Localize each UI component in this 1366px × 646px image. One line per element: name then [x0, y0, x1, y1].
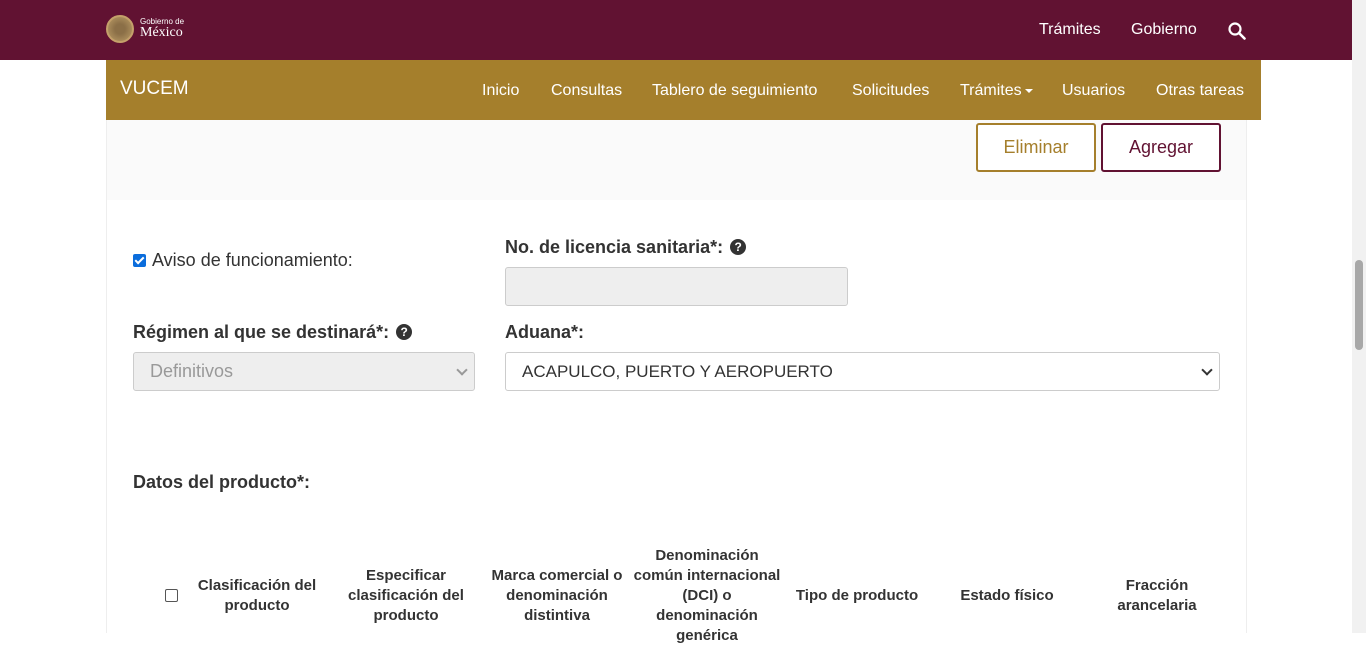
logo-big-text: México — [140, 25, 183, 40]
col-header-fraccion: Fracción arancelaria — [1117, 577, 1197, 614]
nav-tramites-label: Trámites — [960, 82, 1022, 99]
question-circle-icon[interactable]: ? — [396, 324, 413, 340]
gov-nav-tramites[interactable]: Trámites — [1039, 0, 1101, 60]
gov-nav-gobierno-label[interactable]: Gobierno — [1131, 21, 1197, 39]
gov-nav-tramites-label[interactable]: Trámites — [1039, 21, 1101, 39]
question-circle-icon[interactable]: ? — [730, 239, 747, 255]
product-section-title: Datos del producto*: — [133, 472, 311, 492]
col-header-clasificacion: Clasificación del producto — [197, 577, 317, 614]
col-header-tipo: Tipo de producto — [795, 587, 919, 604]
regimen-label-row: Régimen al que se destinará*: ? — [133, 322, 413, 343]
gov-header: Gobierno de México Trámites Gobierno — [0, 0, 1352, 60]
nav-usuarios[interactable]: Usuarios — [1062, 82, 1125, 100]
aduana-select[interactable]: ACAPULCO, PUERTO Y AEROPUERTO — [505, 352, 1220, 391]
aviso-funcionamiento-label: Aviso de funcionamiento: — [152, 250, 353, 270]
aduana-label: Aduana*: — [505, 322, 585, 342]
col-header-especificar: Especificar clasificación del producto — [348, 567, 464, 624]
licencia-label-row: No. de licencia sanitaria*: ? — [505, 237, 747, 258]
aviso-funcionamiento-field: Aviso de funcionamiento: — [133, 250, 353, 271]
regimen-select: Definitivos — [133, 352, 475, 391]
regimen-selected-value: Definitivos — [150, 361, 234, 381]
nav-solicitudes[interactable]: Solicitudes — [852, 82, 929, 100]
gov-logo[interactable]: Gobierno de México — [106, 15, 184, 43]
nav-tramites-dropdown[interactable]: Trámites — [960, 82, 1033, 100]
search-icon[interactable] — [1228, 22, 1246, 40]
nav-inicio[interactable]: Inicio — [482, 82, 519, 100]
nav-otras-tareas[interactable]: Otras tareas — [1156, 82, 1244, 100]
aduana-selected-value: ACAPULCO, PUERTO Y AEROPUERTO — [522, 361, 833, 381]
add-button[interactable]: Agregar — [1101, 123, 1221, 172]
chevron-down-icon — [1201, 364, 1213, 376]
gov-nav-gobierno[interactable]: Gobierno — [1131, 0, 1197, 60]
chevron-down-icon — [456, 364, 468, 376]
content-panel: Eliminar Agregar Aviso de funcionamiento… — [106, 120, 1247, 644]
caret-down-icon — [1024, 88, 1033, 93]
aviso-funcionamiento-checkbox[interactable] — [133, 254, 146, 267]
scrollbar-track[interactable] — [1352, 0, 1366, 633]
nav-consultas[interactable]: Consultas — [551, 82, 622, 100]
delete-button[interactable]: Eliminar — [976, 123, 1096, 172]
licencia-label: No. de licencia sanitaria*: — [505, 237, 724, 257]
nav-tablero-seguimiento[interactable]: Tablero de seguimiento — [652, 82, 817, 100]
vucem-navbar: VUCEM Inicio Consultas Tablero de seguim… — [106, 60, 1261, 120]
vucem-brand[interactable]: VUCEM — [120, 78, 189, 100]
scrollbar-thumb[interactable] — [1355, 260, 1363, 350]
col-header-marca: Marca comercial o denominación distintiv… — [491, 567, 623, 624]
col-header-estado: Estado físico — [960, 587, 1054, 604]
licencia-input — [505, 267, 848, 306]
col-header-denominacion: Denominación común internacional (DCI) o… — [633, 547, 781, 644]
eagle-seal-icon — [106, 15, 134, 43]
regimen-label: Régimen al que se destinará*: — [133, 322, 390, 342]
select-all-checkbox[interactable] — [165, 589, 178, 602]
